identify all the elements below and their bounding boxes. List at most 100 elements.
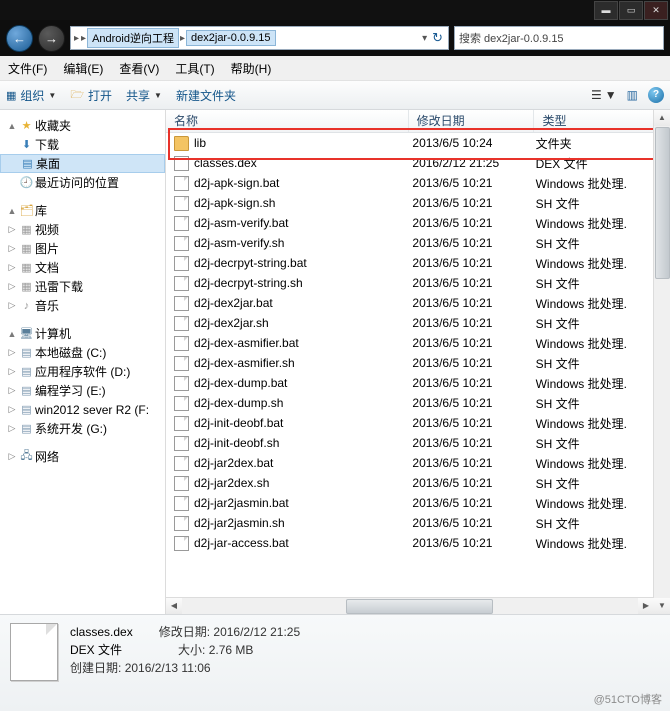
twisty-icon-e[interactable]: ▷ xyxy=(6,385,18,396)
file-name-cell[interactable]: d2j-jar2jasmin.sh xyxy=(166,515,404,531)
file-name-cell[interactable]: d2j-dex2jar.bat xyxy=(166,295,404,311)
sidebar-item-videos[interactable]: ▷ ▦ 视频 xyxy=(0,220,165,239)
table-row[interactable]: d2j-apk-sign.bat 2013/6/5 10:21 Windows 批处… xyxy=(166,173,670,193)
twisty-icon-g[interactable]: ▷ xyxy=(6,423,18,434)
file-name-cell[interactable]: d2j-init-deobf.bat xyxy=(166,415,404,431)
twisty-icon-videos[interactable]: ▷ xyxy=(6,224,18,235)
file-name-cell[interactable]: lib xyxy=(166,135,404,151)
sidebar-item-recent[interactable]: 🕘 最近访问的位置 xyxy=(0,173,165,192)
back-button[interactable]: ← xyxy=(6,24,33,52)
breadcrumb-item-1[interactable]: dex2jar-0.0.9.15 xyxy=(186,30,276,46)
table-row[interactable]: d2j-init-deobf.bat 2013/6/5 10:21 Windows … xyxy=(166,413,670,433)
table-row[interactable]: d2j-dex2jar.bat 2013/6/5 10:21 Windows 批处理… xyxy=(166,293,670,313)
scroll-right-arrow-icon[interactable]: ▶ xyxy=(638,598,654,614)
minimize-button[interactable]: ▬ xyxy=(594,1,618,20)
change-view-button[interactable]: ☰ ▼ xyxy=(591,88,617,102)
close-button[interactable]: ✕ xyxy=(644,1,668,20)
table-row[interactable]: d2j-dex-asmifier.bat 2013/6/5 10:21 Window… xyxy=(166,333,670,353)
refresh-icon[interactable]: ↻ xyxy=(432,30,443,46)
table-row[interactable]: d2j-jar2dex.bat 2013/6/5 10:21 Windows 批处理… xyxy=(166,453,670,473)
table-row[interactable]: classes.dex 2016/2/12 21:25 DEX 文件 xyxy=(166,153,670,173)
sidebar-item-thunder[interactable]: ▷ ▦ 迅雷下载 xyxy=(0,277,165,296)
twisty-icon-computer[interactable]: ▲ xyxy=(6,329,18,339)
vertical-scrollbar[interactable]: ▲ ▼ xyxy=(653,110,670,614)
sidebar-item-documents[interactable]: ▷ ▦ 文档 xyxy=(0,258,165,277)
twisty-icon-lib[interactable]: ▲ xyxy=(6,206,18,216)
scroll-left-arrow-icon[interactable]: ◀ xyxy=(166,598,182,614)
table-row[interactable]: lib 2013/6/5 10:24 文件夹 xyxy=(166,133,670,153)
sidebar-item-downloads[interactable]: ⬇ 下载 xyxy=(0,135,165,154)
twisty-icon-c[interactable]: ▷ xyxy=(6,347,18,358)
breadcrumb-item-0[interactable]: Android逆向工程 xyxy=(87,28,179,48)
maximize-button[interactable]: ▭ xyxy=(619,1,643,20)
file-name-cell[interactable]: d2j-dex2jar.sh xyxy=(166,315,404,331)
table-row[interactable]: d2j-dex-asmifier.sh 2013/6/5 10:21 SH 文件 xyxy=(166,353,670,373)
help-icon[interactable]: ? xyxy=(648,87,664,103)
organize-button[interactable]: ▦ 组织 ▼ xyxy=(6,87,56,104)
twisty-icon-d[interactable]: ▷ xyxy=(6,366,18,377)
table-row[interactable]: d2j-init-deobf.sh 2013/6/5 10:21 SH 文件 xyxy=(166,433,670,453)
twisty-icon-documents[interactable]: ▷ xyxy=(6,262,18,273)
table-row[interactable]: d2j-jar2jasmin.bat 2013/6/5 10:21 Windows … xyxy=(166,493,670,513)
file-name-cell[interactable]: d2j-dex-asmifier.bat xyxy=(166,335,404,351)
twisty-icon-f[interactable]: ▷ xyxy=(6,404,18,415)
new-folder-button[interactable]: 新建文件夹 xyxy=(176,87,236,104)
vertical-scroll-thumb[interactable] xyxy=(655,127,670,279)
table-row[interactable]: d2j-dex2jar.sh 2013/6/5 10:21 SH 文件 xyxy=(166,313,670,333)
table-row[interactable]: d2j-jar-access.bat 2013/6/5 10:21 Windows … xyxy=(166,533,670,553)
menu-file[interactable]: 文件(F) xyxy=(8,60,47,77)
table-row[interactable]: d2j-decrpyt-string.bat 2013/6/5 10:21 Wind… xyxy=(166,253,670,273)
file-name-cell[interactable]: d2j-jar2dex.sh xyxy=(166,475,404,491)
table-row[interactable]: d2j-asm-verify.bat 2013/6/5 10:21 Windows … xyxy=(166,213,670,233)
file-name-cell[interactable]: d2j-asm-verify.bat xyxy=(166,215,404,231)
file-name-cell[interactable]: d2j-jar-access.bat xyxy=(166,535,404,551)
twisty-icon-pictures[interactable]: ▷ xyxy=(6,243,18,254)
file-name-cell[interactable]: d2j-dex-dump.bat xyxy=(166,375,404,391)
preview-pane-button[interactable]: ▥ xyxy=(627,88,638,102)
open-button[interactable]: 🗁 打开 xyxy=(70,86,112,105)
file-name-cell[interactable]: classes.dex xyxy=(166,155,404,171)
menu-view[interactable]: 查看(V) xyxy=(119,60,159,77)
twisty-icon-fav[interactable]: ▲ xyxy=(6,121,18,131)
column-header-date[interactable]: 修改日期 xyxy=(409,110,535,132)
file-name-cell[interactable]: d2j-decrpyt-string.bat xyxy=(166,255,404,271)
menu-help[interactable]: 帮助(H) xyxy=(231,60,272,77)
column-header-type[interactable]: 类型 xyxy=(534,110,670,132)
table-row[interactable]: d2j-dex-dump.sh 2013/6/5 10:21 SH 文件 xyxy=(166,393,670,413)
sidebar-item-drive-f[interactable]: ▷ ▤ win2012 sever R2 (F: xyxy=(0,400,165,419)
sidebar-item-drive-g[interactable]: ▷ ▤ 系统开发 (G:) xyxy=(0,419,165,438)
scroll-down-arrow-icon[interactable]: ▼ xyxy=(654,598,670,614)
sidebar-item-music[interactable]: ▷ ♪ 音乐 xyxy=(0,296,165,315)
breadcrumb-dropdown-icon[interactable]: ▾ xyxy=(421,33,428,44)
table-row[interactable]: d2j-decrpyt-string.sh 2013/6/5 10:21 SH 文件 xyxy=(166,273,670,293)
file-name-cell[interactable]: d2j-dex-dump.sh xyxy=(166,395,404,411)
twisty-icon-thunder[interactable]: ▷ xyxy=(6,281,18,292)
breadcrumb[interactable]: ▸ ▸ Android逆向工程 ▸ dex2jar-0.0.9.15 ▾ ↻ xyxy=(70,26,449,50)
sidebar-item-drive-c[interactable]: ▷ ▤ 本地磁盘 (C:) xyxy=(0,343,165,362)
menu-tools[interactable]: 工具(T) xyxy=(175,60,214,77)
sidebar-group-library[interactable]: ▲ 🗂 库 xyxy=(0,201,165,220)
sidebar-group-network[interactable]: ▷ 🖧 网络 xyxy=(0,447,165,466)
table-row[interactable]: d2j-jar2jasmin.sh 2013/6/5 10:21 SH 文件 xyxy=(166,513,670,533)
file-name-cell[interactable]: d2j-dex-asmifier.sh xyxy=(166,355,404,371)
column-header-name[interactable]: 名称 xyxy=(166,110,409,132)
file-name-cell[interactable]: d2j-decrpyt-string.sh xyxy=(166,275,404,291)
horizontal-scroll-thumb[interactable] xyxy=(346,599,493,614)
file-name-cell[interactable]: d2j-asm-verify.sh xyxy=(166,235,404,251)
twisty-icon-network[interactable]: ▷ xyxy=(6,451,18,462)
share-button[interactable]: 共享 ▼ xyxy=(126,87,162,104)
sidebar-group-favorites[interactable]: ▲ ★ 收藏夹 xyxy=(0,116,165,135)
file-name-cell[interactable]: d2j-jar2dex.bat xyxy=(166,455,404,471)
file-name-cell[interactable]: d2j-init-deobf.sh xyxy=(166,435,404,451)
file-name-cell[interactable]: d2j-apk-sign.bat xyxy=(166,175,404,191)
table-row[interactable]: d2j-dex-dump.bat 2013/6/5 10:21 Windows 批处… xyxy=(166,373,670,393)
table-row[interactable]: d2j-apk-sign.sh 2013/6/5 10:21 SH 文件 xyxy=(166,193,670,213)
sidebar-item-drive-e[interactable]: ▷ ▤ 编程学习 (E:) xyxy=(0,381,165,400)
file-name-cell[interactable]: d2j-apk-sign.sh xyxy=(166,195,404,211)
table-row[interactable]: d2j-asm-verify.sh 2013/6/5 10:21 SH 文件 xyxy=(166,233,670,253)
menu-edit[interactable]: 编辑(E) xyxy=(63,60,103,77)
table-row[interactable]: d2j-jar2dex.sh 2013/6/5 10:21 SH 文件 xyxy=(166,473,670,493)
sidebar-group-computer[interactable]: ▲ 🖥 计算机 xyxy=(0,324,165,343)
twisty-icon-music[interactable]: ▷ xyxy=(6,300,18,311)
forward-button[interactable]: → xyxy=(38,24,65,52)
